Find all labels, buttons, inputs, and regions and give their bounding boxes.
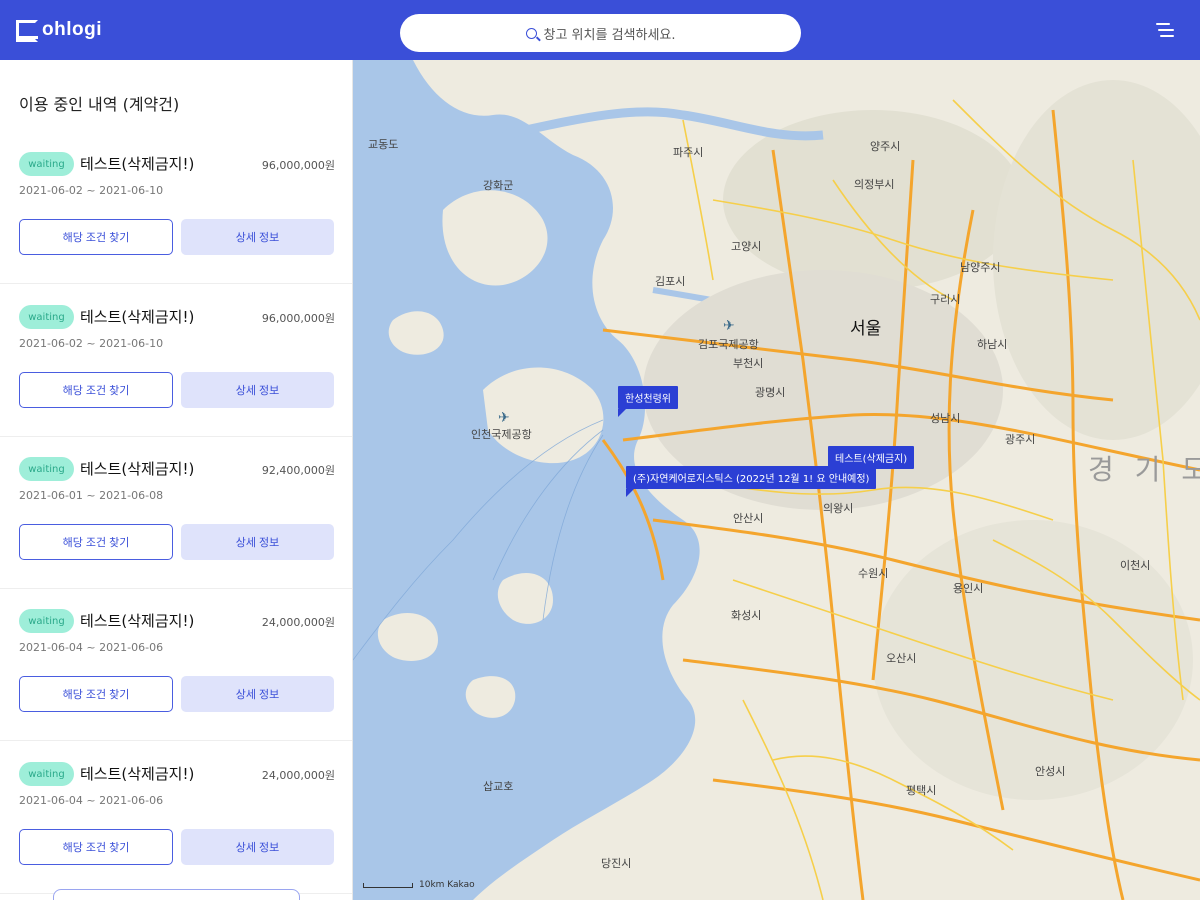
detail-info-button[interactable]: 상세 정보 — [181, 524, 334, 560]
map-scale: 10km Kakao — [363, 880, 475, 890]
place-label: 성남시 — [930, 412, 961, 425]
contract-card: waiting 테스트(삭제금지!) 96,000,000원 2021-06-0… — [0, 132, 352, 284]
find-condition-button[interactable]: 해당 조건 찾기 — [19, 524, 173, 560]
place-label: 교동도 — [368, 138, 399, 151]
find-condition-button[interactable]: 해당 조건 찾기 — [19, 219, 173, 255]
scale-bar — [363, 882, 413, 888]
place-label: 의정부시 — [854, 178, 895, 191]
search-placeholder: 창고 위치를 검색하세요. — [543, 27, 676, 43]
place-label: 고양시 — [731, 240, 762, 253]
detail-info-button[interactable]: 상세 정보 — [181, 676, 334, 712]
place-label: 당진시 — [601, 857, 632, 870]
place-label: 이천시 — [1120, 559, 1151, 572]
contract-title: 테스트(삭제금지!) — [80, 612, 195, 630]
status-badge: waiting — [19, 457, 74, 481]
place-label: 화성시 — [731, 609, 762, 622]
logo[interactable]: ohlogi — [16, 19, 102, 42]
place-label: 파주시 — [673, 146, 704, 159]
contract-title: 테스트(삭제금지!) — [80, 765, 195, 783]
contract-dates: 2021-06-02 ~ 2021-06-10 — [19, 184, 164, 197]
contract-dates: 2021-06-01 ~ 2021-06-08 — [19, 489, 164, 502]
detail-info-button[interactable]: 상세 정보 — [181, 829, 334, 865]
contract-card: waiting 테스트(삭제금지!) 24,000,000원 2021-06-0… — [0, 589, 352, 741]
contract-card: waiting 테스트(삭제금지!) 92,400,000원 2021-06-0… — [0, 437, 352, 589]
place-label: 양주시 — [870, 140, 901, 153]
contract-price: 96,000,000원 — [261, 159, 335, 172]
place-label: 서울 — [850, 319, 882, 339]
status-badge: waiting — [19, 609, 74, 633]
search-bar[interactable]: 창고 위치를 검색하세요. — [400, 14, 801, 52]
place-label: 삽교호 — [483, 780, 514, 793]
place-label: 의왕시 — [823, 502, 854, 515]
place-label: 용인시 — [953, 582, 984, 595]
contract-price: 92,400,000원 — [261, 464, 335, 477]
place-label: 김포시 — [655, 275, 686, 288]
load-more-button[interactable] — [53, 889, 300, 900]
find-condition-button[interactable]: 해당 조건 찾기 — [19, 372, 173, 408]
search-icon — [525, 27, 537, 39]
svg-text:✈: ✈ — [498, 410, 510, 426]
status-badge: waiting — [19, 762, 74, 786]
find-condition-button[interactable]: 해당 조건 찾기 — [19, 676, 173, 712]
contract-title: 테스트(삭제금지!) — [80, 460, 195, 478]
contract-dates: 2021-06-04 ~ 2021-06-06 — [19, 794, 164, 807]
detail-info-button[interactable]: 상세 정보 — [181, 372, 334, 408]
contract-price: 24,000,000원 — [261, 616, 335, 629]
status-badge: waiting — [19, 152, 74, 176]
place-label: 수원시 — [858, 567, 889, 580]
place-label: 하남시 — [977, 338, 1008, 351]
scale-label: 10km Kakao — [419, 880, 475, 890]
menu-icon[interactable] — [1156, 23, 1174, 37]
contract-card: waiting 테스트(삭제금지!) 96,000,000원 2021-06-0… — [0, 285, 352, 437]
place-label: 김포국제공항 — [698, 338, 759, 351]
panel-title: 이용 중인 내역 (계약건) — [19, 95, 180, 114]
place-label: 평택시 — [906, 784, 937, 797]
place-label: 부천시 — [733, 357, 764, 370]
contract-title: 테스트(삭제금지!) — [80, 155, 195, 173]
status-badge: waiting — [19, 305, 74, 329]
place-label: 경 기 도 — [1088, 453, 1200, 486]
contract-title: 테스트(삭제금지!) — [80, 308, 195, 326]
logo-text: ohlogi — [42, 19, 102, 40]
svg-text:✈: ✈ — [723, 318, 735, 334]
place-label: 강화군 — [483, 179, 514, 192]
logo-icon — [16, 20, 38, 42]
place-label: 구리시 — [930, 293, 961, 306]
place-label: 안산시 — [733, 512, 764, 525]
place-label: 광명시 — [755, 386, 786, 399]
top-header: ohlogi 창고 위치를 검색하세요. — [0, 0, 1200, 60]
contract-dates: 2021-06-02 ~ 2021-06-10 — [19, 337, 164, 350]
place-label: 인천국제공항 — [471, 428, 532, 441]
contract-card: waiting 테스트(삭제금지!) 24,000,000원 2021-06-0… — [0, 742, 352, 894]
place-label: 남양주시 — [960, 261, 1001, 274]
contract-price: 96,000,000원 — [261, 312, 335, 325]
place-label: 오산시 — [886, 652, 917, 665]
detail-info-button[interactable]: 상세 정보 — [181, 219, 334, 255]
place-label: 안성시 — [1035, 765, 1066, 778]
map-view[interactable]: ✈ ✈ 서울 경 기 도 김포시 고양시 파주시 양주시 의정부시 남양주시 구… — [353, 60, 1200, 900]
contract-price: 24,000,000원 — [261, 769, 335, 782]
place-label: 광주시 — [1005, 433, 1036, 446]
find-condition-button[interactable]: 해당 조건 찾기 — [19, 829, 173, 865]
contract-dates: 2021-06-04 ~ 2021-06-06 — [19, 641, 164, 654]
contract-list-panel: 이용 중인 내역 (계약건) waiting 테스트(삭제금지!) 96,000… — [0, 60, 353, 900]
warehouse-marker[interactable]: (주)자연케어로지스틱스 (2022년 12월 1! 요 안내예정) — [626, 466, 877, 497]
warehouse-marker[interactable]: 한성천령위 — [618, 386, 678, 417]
